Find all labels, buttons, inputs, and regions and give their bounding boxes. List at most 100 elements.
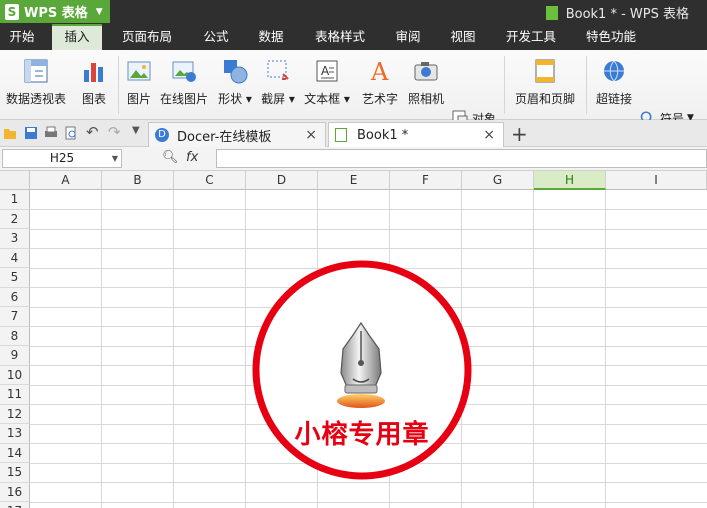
insert-function-icon[interactable]: fx <box>186 150 198 165</box>
close-icon[interactable]: × <box>483 127 495 143</box>
chevron-down-icon: ▼ <box>95 6 103 17</box>
hyperlink-button[interactable]: 超链接 <box>592 56 636 114</box>
bar-chart-icon <box>84 63 103 82</box>
column-header[interactable]: B <box>102 171 174 190</box>
print-preview-icon[interactable] <box>64 126 78 140</box>
row-header[interactable]: 3 <box>0 229 30 249</box>
row-header[interactable]: 14 <box>0 443 30 463</box>
svg-text:A: A <box>370 58 389 84</box>
app-name: WPS 表格 <box>24 6 88 21</box>
grid-line <box>30 209 707 210</box>
seal-stamp[interactable]: 小榕专用章 <box>251 259 473 481</box>
column-header[interactable]: C <box>174 171 246 190</box>
tab-review[interactable]: 审阅 <box>389 24 427 50</box>
row-header[interactable]: 13 <box>0 424 30 444</box>
grid-line <box>30 482 707 483</box>
row-header[interactable]: 6 <box>0 287 30 307</box>
title-bar: S WPS 表格 ▼ Book1 * - WPS 表格 <box>0 0 707 24</box>
tab-view[interactable]: 视图 <box>443 24 483 50</box>
formula-bar: H25 ▼ 🔍︎ fx <box>0 147 707 171</box>
ribbon-separator <box>586 56 587 114</box>
screenshot-label: 截屏 ▾ <box>261 92 295 106</box>
tab-developer[interactable]: 开发工具 <box>500 24 562 50</box>
doc-tab-label: Book1 * <box>357 127 409 143</box>
row-header[interactable]: 17 <box>0 502 30 508</box>
column-header[interactable]: A <box>30 171 102 190</box>
column-header[interactable]: D <box>246 171 318 190</box>
redo-icon[interactable]: ↷ <box>108 123 122 141</box>
column-header[interactable]: I <box>606 171 707 190</box>
app-menu-button[interactable]: S WPS 表格 ▼ <box>0 0 110 23</box>
header-footer-label: 页眉和页脚 <box>514 92 575 106</box>
doc-tab-label: Docer-在线模板 <box>177 129 272 145</box>
chart-button[interactable]: 图表 <box>76 56 112 114</box>
row-header[interactable]: 9 <box>0 346 30 366</box>
column-header[interactable]: E <box>318 171 390 190</box>
customize-dropdown-icon[interactable]: ▼ <box>132 125 146 139</box>
tab-special[interactable]: 特色功能 <box>580 24 642 50</box>
print-icon[interactable] <box>44 126 58 140</box>
hyperlink-label: 超链接 <box>595 92 632 106</box>
picture-label: 图片 <box>126 92 151 106</box>
row-header[interactable]: 16 <box>0 482 30 502</box>
row-header[interactable]: 8 <box>0 326 30 346</box>
column-header[interactable]: G <box>462 171 534 190</box>
hyperlink-globe-icon <box>604 60 624 82</box>
shapes-label: 形状 ▾ <box>218 92 252 106</box>
column-header-selected[interactable]: H <box>534 171 606 190</box>
quick-access-bar: ↶ ↷ ▼ D Docer-在线模板 × Book1 * × <box>0 120 707 147</box>
close-icon[interactable]: × <box>305 127 317 143</box>
svg-text:A: A <box>321 64 330 78</box>
wordart-button[interactable]: A 艺术字 <box>360 56 400 114</box>
pen-nib-icon <box>337 321 385 408</box>
name-box[interactable]: H25 ▼ <box>2 149 122 168</box>
window-title-text: Book1 * - WPS 表格 <box>565 7 689 22</box>
new-tab-button[interactable]: + <box>511 122 528 146</box>
tab-insert[interactable]: 插入 <box>52 24 102 50</box>
screenshot-button[interactable]: 截屏 ▾ <box>260 56 296 114</box>
row-header[interactable]: 2 <box>0 209 30 229</box>
spreadsheet-doc-icon <box>545 5 558 20</box>
header-footer-button[interactable]: 页眉和页脚 <box>512 56 578 114</box>
row-header[interactable]: 10 <box>0 365 30 385</box>
shapes-icon <box>224 60 248 84</box>
camera-button[interactable]: 照相机 <box>406 56 446 114</box>
doc-tab-docer[interactable]: D Docer-在线模板 × <box>148 122 326 147</box>
column-header[interactable]: F <box>390 171 462 190</box>
formula-input[interactable] <box>216 149 707 168</box>
tab-data[interactable]: 数据 <box>251 24 291 50</box>
online-picture-button[interactable]: 在线图片 <box>158 56 210 114</box>
pivot-table-label: 数据透视表 <box>5 92 66 106</box>
tab-home[interactable]: 开始 <box>0 24 44 50</box>
spreadsheet-doc-icon <box>335 128 347 142</box>
row-header[interactable]: 7 <box>0 307 30 327</box>
doc-tab-book1[interactable]: Book1 * × <box>328 122 504 147</box>
textbox-icon: A <box>316 60 338 82</box>
wps-logo-icon: S <box>5 3 19 20</box>
tab-formulas[interactable]: 公式 <box>196 24 236 50</box>
tab-page-layout[interactable]: 页面布局 <box>116 24 178 50</box>
chart-label: 图表 <box>81 92 106 106</box>
select-all-corner[interactable] <box>0 171 30 190</box>
textbox-button[interactable]: A 文本框 ▾ <box>304 56 350 114</box>
undo-icon[interactable]: ↶ <box>86 123 100 141</box>
row-header[interactable]: 4 <box>0 248 30 268</box>
row-header[interactable]: 5 <box>0 268 30 288</box>
row-header[interactable]: 1 <box>0 190 30 210</box>
save-icon[interactable] <box>24 126 38 140</box>
header-footer-icon <box>535 59 555 83</box>
row-header[interactable]: 12 <box>0 404 30 424</box>
open-folder-icon[interactable] <box>3 126 17 140</box>
insert-ribbon: 数据透视表 图表 图片 在线图片 形状 ▾ 截屏 ▾ A 文本框 ▾ A 艺术字… <box>0 50 707 155</box>
tab-table-style[interactable]: 表格样式 <box>308 24 372 50</box>
picture-button[interactable]: 图片 <box>124 56 154 114</box>
screenshot-icon <box>267 60 289 80</box>
row-header[interactable]: 11 <box>0 385 30 405</box>
zoom-search-icon[interactable]: 🔍︎ <box>162 150 179 165</box>
pivot-table-button[interactable]: 数据透视表 <box>4 56 68 114</box>
shapes-button[interactable]: 形状 ▾ <box>216 56 254 114</box>
chevron-down-icon: ▼ <box>111 154 118 163</box>
window-title: Book1 * - WPS 表格 <box>545 3 689 22</box>
grid-line <box>30 248 707 249</box>
row-header[interactable]: 15 <box>0 463 30 483</box>
